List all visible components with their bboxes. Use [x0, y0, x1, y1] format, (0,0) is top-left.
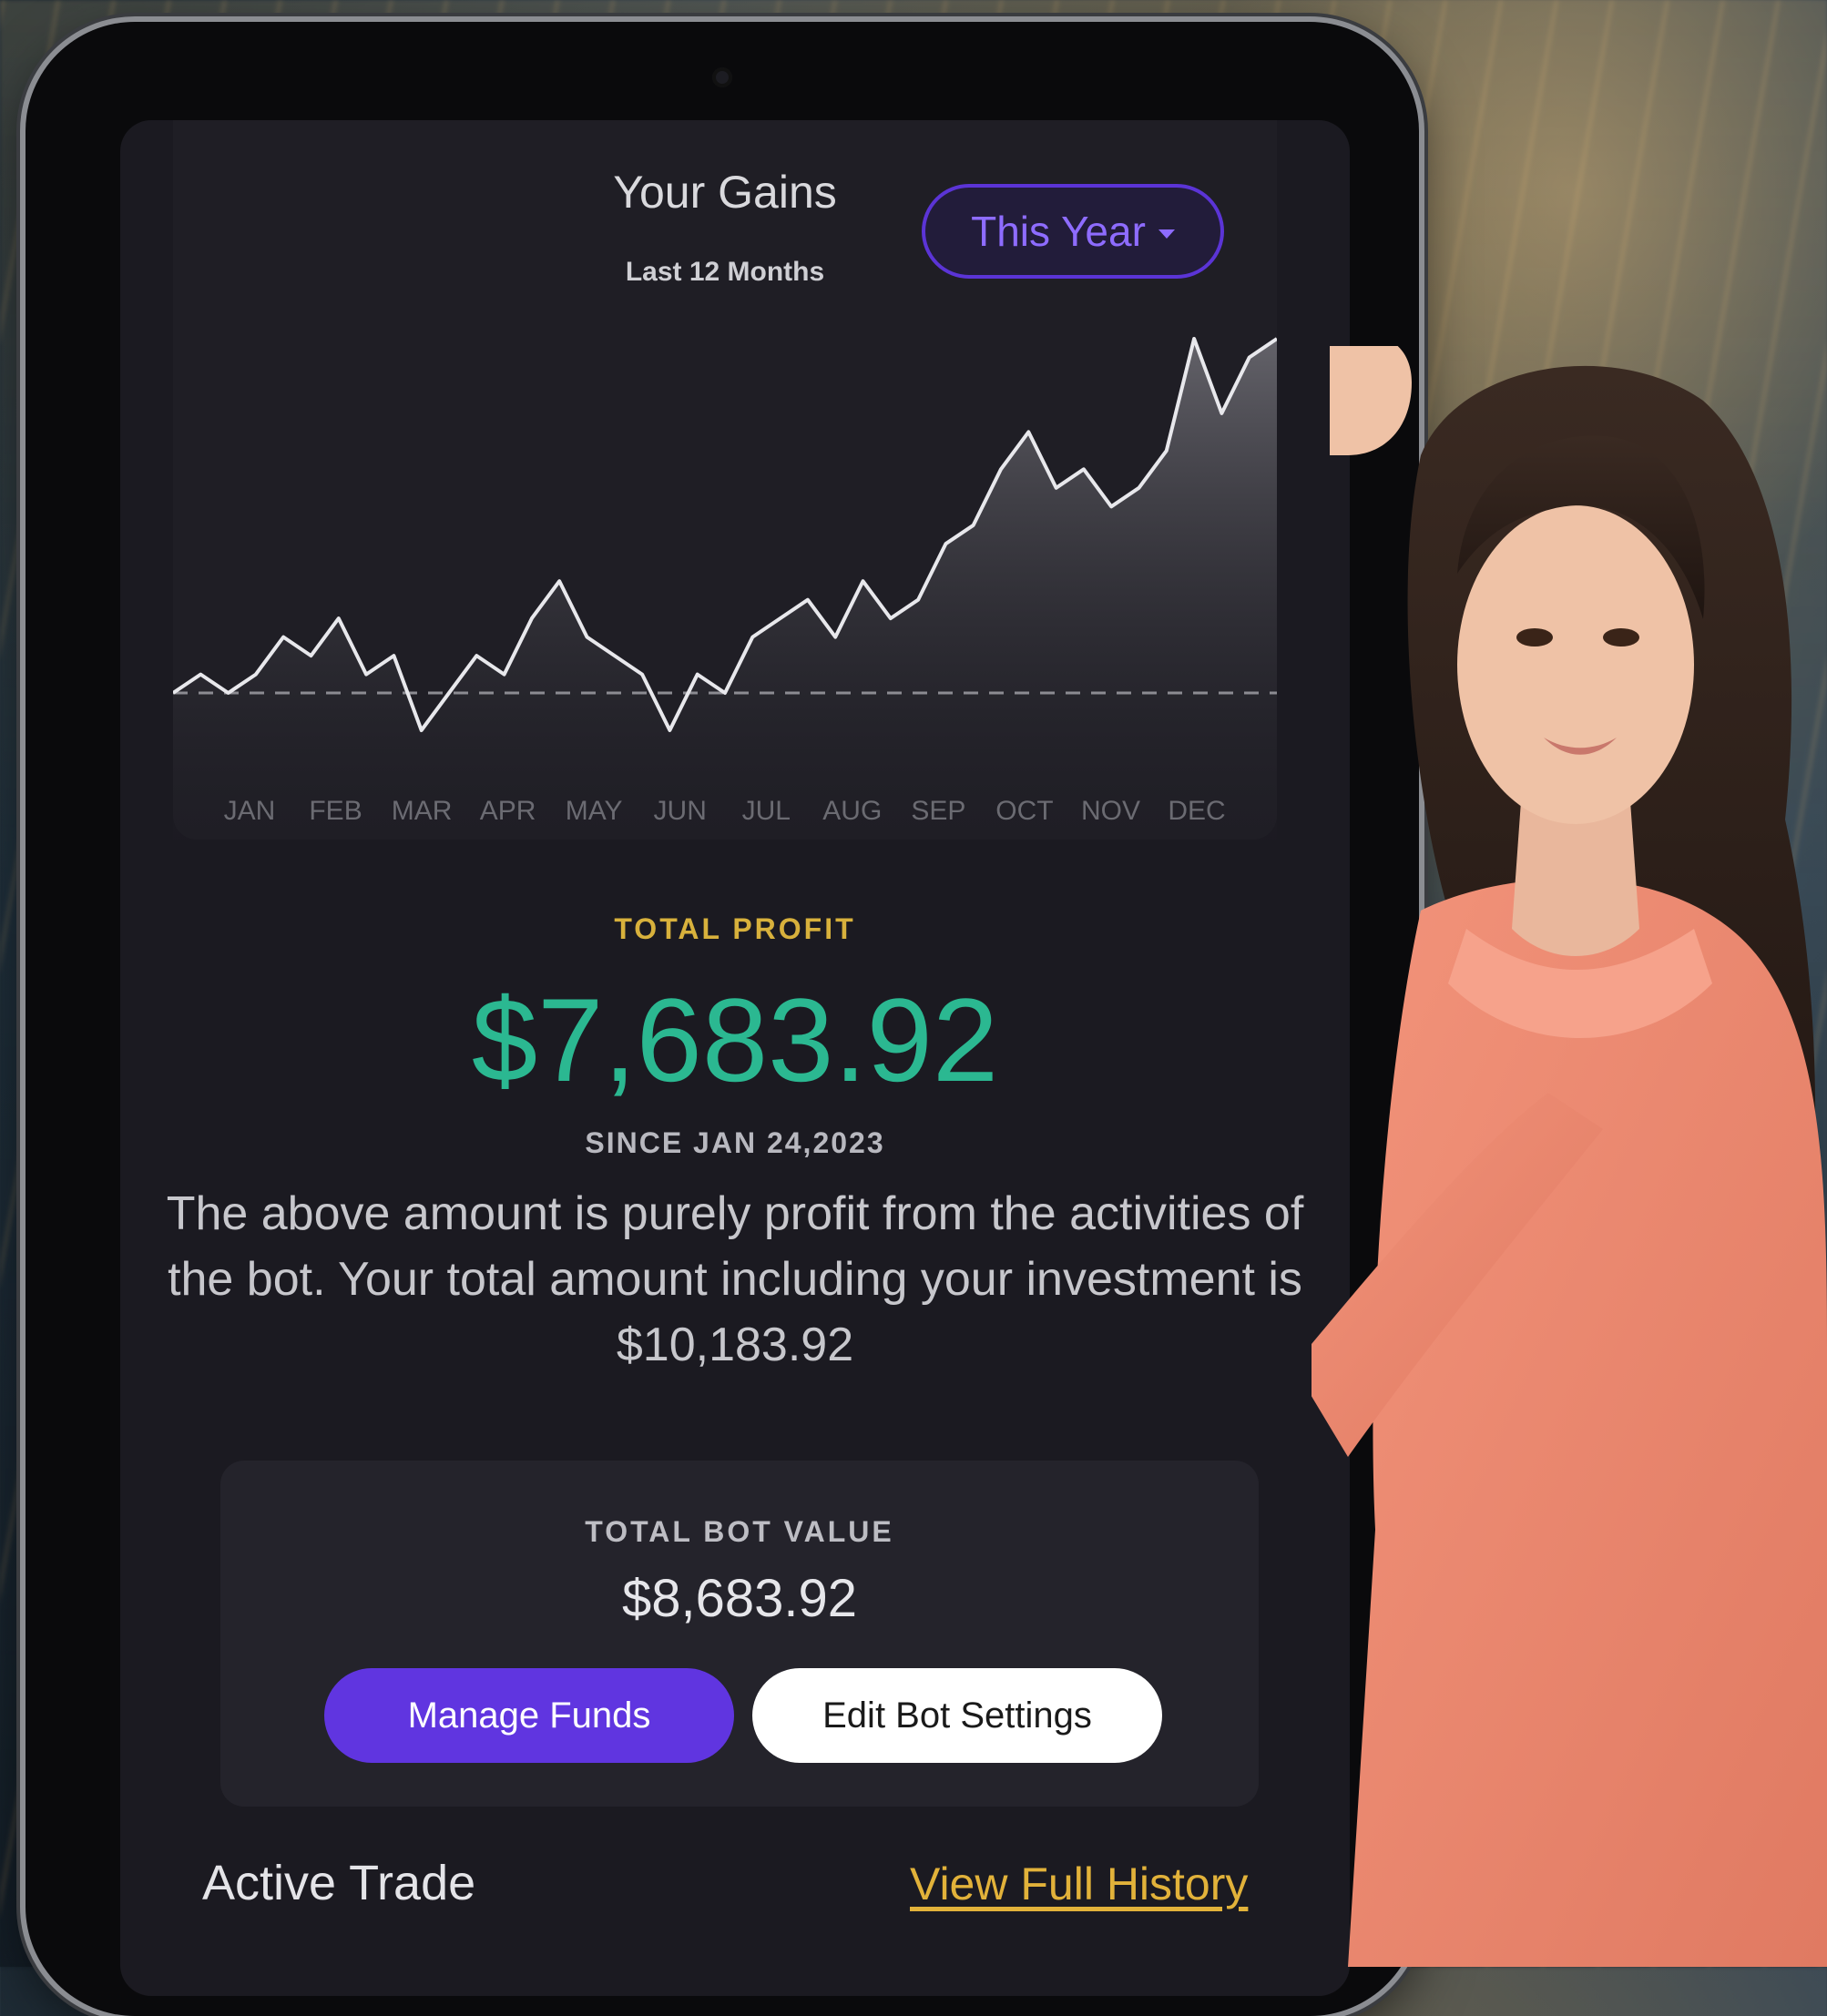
since-date: SINCE JAN 24,2023	[585, 1126, 885, 1159]
x-tick-label: OCT	[995, 796, 1053, 826]
bot-value-card: TOTAL BOT VALUE $8,683.92 Manage Funds E…	[220, 1461, 1259, 1807]
x-tick-label: JUL	[742, 796, 791, 826]
manage-funds-button[interactable]: Manage Funds	[324, 1668, 734, 1763]
gains-chart: JAN FEB MAR APR MAY JUN JUL AUG SEP OCT NOV DEC	[173, 337, 1277, 840]
x-tick-label: JUN	[654, 796, 707, 826]
total-profit-label: TOTAL PROFIT	[614, 912, 856, 945]
gains-chart-card: Your Gains Last 12 Months This Year JAN F…	[173, 120, 1277, 840]
total-bot-value-label: TOTAL BOT VALUE	[585, 1515, 894, 1548]
caret-down-icon	[1158, 229, 1175, 239]
total-profit-value: $7,683.92	[471, 973, 999, 1106]
total-bot-value: $8,683.92	[621, 1569, 858, 1628]
chart-area-fill	[173, 339, 1277, 840]
x-tick-label: APR	[480, 796, 536, 826]
tablet-frame: Your Gains Last 12 Months This Year JAN F…	[26, 22, 1419, 2016]
app-screen: Your Gains Last 12 Months This Year JAN F…	[120, 120, 1350, 1996]
view-full-history-link[interactable]: View Full History	[910, 1858, 1248, 1910]
x-tick-label: FEB	[309, 796, 362, 826]
x-tick-label: JAN	[224, 796, 276, 826]
period-dropdown[interactable]: This Year	[922, 184, 1224, 279]
x-tick-label: MAR	[392, 796, 453, 826]
x-tick-label: DEC	[1168, 796, 1225, 826]
active-trade-heading: Active Trade	[202, 1856, 476, 1910]
profit-description: The above amount is purely profit from t…	[166, 1187, 1304, 1371]
x-tick-label: MAY	[566, 796, 623, 826]
x-tick-label: NOV	[1081, 796, 1140, 826]
x-tick-label: SEP	[911, 796, 965, 826]
edit-bot-settings-button[interactable]: Edit Bot Settings	[752, 1668, 1162, 1763]
camera-icon	[712, 67, 732, 87]
period-dropdown-label: This Year	[971, 208, 1146, 255]
x-tick-label: AUG	[822, 796, 882, 826]
